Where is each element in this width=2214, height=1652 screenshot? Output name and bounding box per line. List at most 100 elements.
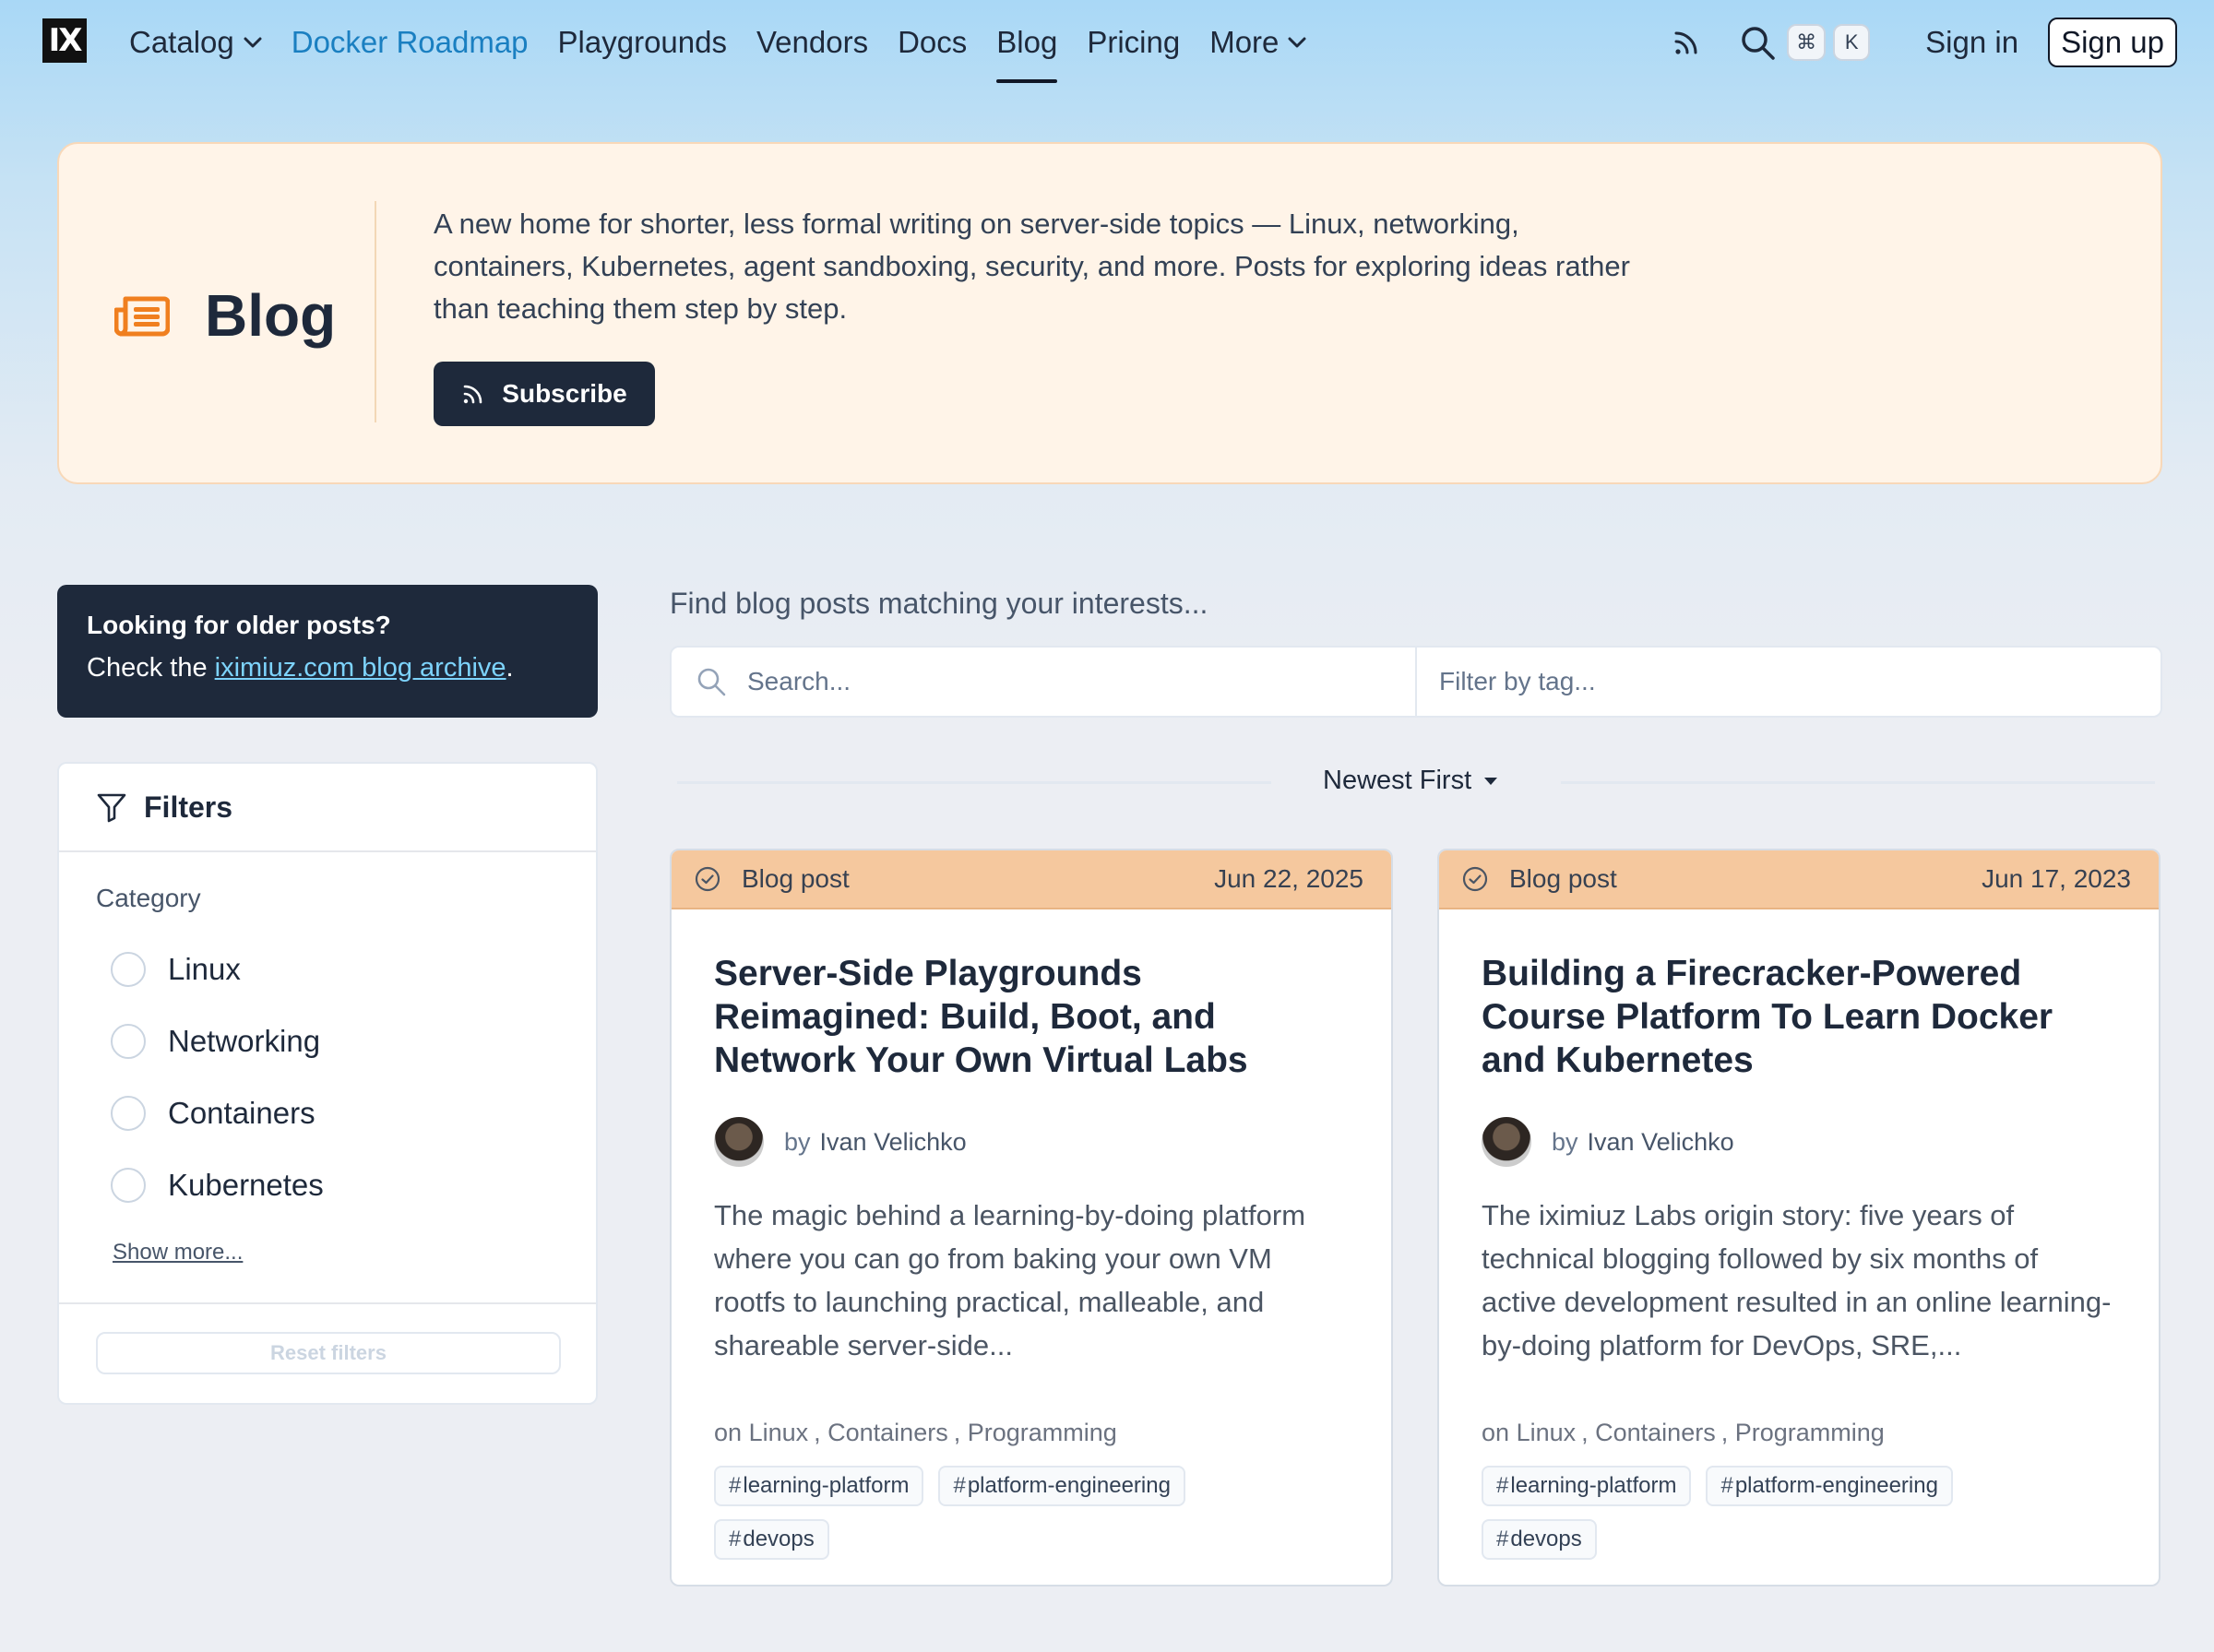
post-title[interactable]: Server-Side Playgrounds Reimagined: Buil…: [714, 952, 1349, 1090]
search-heading: Find blog posts matching your interests.…: [670, 587, 1208, 620]
nav-blog[interactable]: Blog: [996, 0, 1058, 85]
post-excerpt: The magic behind a learning-by-doing pla…: [714, 1199, 1306, 1361]
older-posts-notice: Looking for older posts? Check the iximi…: [57, 585, 598, 718]
hero-description: A new home for shorter, less formal writ…: [434, 208, 1630, 325]
post-category-link[interactable]: Containers: [1595, 1419, 1716, 1446]
avatar: [1482, 1117, 1531, 1167]
tag-label: devops: [1510, 1527, 1582, 1551]
search-icon[interactable]: [1739, 24, 1776, 61]
blog-hero: Blog A new home for shorter, less formal…: [57, 142, 2162, 484]
post-date: Jun 22, 2025: [1214, 864, 1363, 893]
post-type: Blog post: [1509, 864, 1617, 893]
category-checkbox[interactable]: [111, 952, 146, 987]
tag-chip[interactable]: # learning-platform: [714, 1466, 924, 1506]
show-more-link[interactable]: Show more...: [113, 1240, 243, 1266]
tag-chip[interactable]: # devops: [1482, 1519, 1597, 1560]
tag-label: platform-engineering: [1734, 1473, 1938, 1498]
search-placeholder: Search...: [747, 667, 851, 695]
page-title: Blog: [205, 281, 337, 349]
nav-vendors[interactable]: Vendors: [756, 0, 868, 85]
post-card-header: Blog post Jun 17, 2023: [1439, 850, 2159, 909]
tag-filter-input[interactable]: Filter by tag...: [1417, 648, 2160, 716]
nav-more[interactable]: More: [1209, 0, 1306, 85]
author-name[interactable]: Ivan Velichko: [820, 1128, 967, 1157]
check-circle-icon: [1462, 866, 1488, 892]
post-card-header: Blog post Jun 22, 2025: [672, 850, 1391, 909]
category-checkbox[interactable]: [111, 1096, 146, 1131]
tag-label: learning-platform: [743, 1473, 910, 1498]
post-card[interactable]: Blog post Jun 17, 2023 Building a Firecr…: [1437, 849, 2160, 1587]
category-label: Category: [96, 884, 201, 912]
post-categories: on Linux, Containers, Programming: [714, 1419, 1117, 1446]
post-author: by Ivan Velichko: [714, 1116, 1349, 1168]
filters-panel: Filters Category Linux Networking Contai…: [57, 762, 598, 1405]
nav-pricing[interactable]: Pricing: [1087, 0, 1180, 85]
filters-title: Filters: [144, 790, 233, 824]
post-tags: # learning-platform # platform-engineering…: [714, 1466, 1268, 1573]
nav-playgrounds[interactable]: Playgrounds: [558, 0, 727, 85]
logo[interactable]: IX: [42, 18, 87, 63]
tag-label: platform-engineering: [967, 1473, 1171, 1498]
reset-filters-button[interactable]: Reset filters: [96, 1332, 561, 1374]
post-category-link[interactable]: Programming: [968, 1419, 1117, 1446]
avatar: [714, 1117, 764, 1167]
tag-chip[interactable]: # learning-platform: [1482, 1466, 1692, 1506]
category-option-linux[interactable]: Linux: [111, 933, 324, 1005]
nav-catalog[interactable]: Catalog: [129, 0, 262, 85]
kbd-cmd: ⌘: [1787, 24, 1827, 61]
tag-chip[interactable]: # platform-engineering: [938, 1466, 1185, 1506]
tag-chip[interactable]: # platform-engineering: [1706, 1466, 1953, 1506]
on-label: on: [1482, 1419, 1510, 1446]
filters-header: Filters: [59, 764, 596, 852]
funnel-icon: [97, 793, 126, 823]
by-label: by: [1552, 1127, 1578, 1156]
category-option-networking[interactable]: Networking: [111, 1005, 324, 1077]
post-card[interactable]: Blog post Jun 22, 2025 Server-Side Playg…: [670, 849, 1393, 1587]
sort-divider-right: [1561, 781, 2155, 784]
newspaper-icon: [114, 296, 170, 336]
tag-chip[interactable]: # devops: [714, 1519, 829, 1560]
sign-in-link[interactable]: Sign in: [1925, 25, 2018, 60]
blog-archive-link[interactable]: iximiuz.com blog archive: [215, 653, 506, 683]
nav-docker-roadmap[interactable]: Docker Roadmap: [292, 0, 529, 85]
post-tags: # learning-platform # platform-engineering…: [1482, 1466, 2035, 1573]
chevron-down-icon: [1288, 37, 1306, 48]
older-posts-text-before: Check the: [87, 653, 215, 683]
post-category-link[interactable]: Containers: [827, 1419, 948, 1446]
older-posts-text: Check the iximiuz.com blog archive.: [87, 653, 568, 683]
category-checkbox[interactable]: [111, 1024, 146, 1059]
sort-dropdown[interactable]: Newest First: [1323, 766, 1498, 796]
post-category-link[interactable]: Programming: [1735, 1419, 1885, 1446]
check-circle-icon: [695, 866, 720, 892]
sign-up-button[interactable]: Sign up: [2048, 18, 2177, 67]
post-category-link[interactable]: Linux: [749, 1419, 809, 1446]
nav-docs[interactable]: Docs: [898, 0, 967, 85]
post-categories: on Linux, Containers, Programming: [1482, 1419, 1885, 1446]
post-card-body: Building a Firecracker-Powered Course Pl…: [1439, 909, 2159, 1573]
category-option-label: Containers: [168, 1096, 315, 1130]
subscribe-label: Subscribe: [502, 379, 627, 408]
on-label: on: [714, 1419, 743, 1446]
category-option-label: Networking: [168, 1024, 321, 1058]
author-name[interactable]: Ivan Velichko: [1588, 1128, 1734, 1157]
rss-icon[interactable]: [1671, 27, 1702, 58]
nav-right: ⌘ K Sign in Sign up: [1671, 0, 2177, 85]
search-icon: [697, 668, 726, 696]
search-bar: Search... Filter by tag...: [670, 646, 2162, 718]
category-list: Linux Networking Containers Kubernetes: [111, 933, 324, 1221]
category-option-label: Kubernetes: [168, 1168, 324, 1202]
kbd-k: K: [1833, 24, 1871, 61]
category-checkbox[interactable]: [111, 1168, 146, 1203]
post-title[interactable]: Building a Firecracker-Powered Course Pl…: [1482, 952, 2116, 1090]
older-posts-text-after: .: [506, 653, 514, 683]
category-option-kubernetes[interactable]: Kubernetes: [111, 1149, 324, 1221]
post-category-link[interactable]: Linux: [1517, 1419, 1577, 1446]
post-excerpt: The iximiuz Labs origin story: five year…: [1482, 1199, 2112, 1361]
top-nav: IX Catalog Docker Roadmap Playgrounds Ve…: [0, 0, 2214, 85]
tag-label: devops: [743, 1527, 815, 1551]
post-date: Jun 17, 2023: [1982, 864, 2131, 893]
tag-label: learning-platform: [1510, 1473, 1677, 1498]
subscribe-button[interactable]: Subscribe: [434, 362, 655, 426]
search-input[interactable]: Search...: [672, 648, 1417, 716]
category-option-containers[interactable]: Containers: [111, 1077, 324, 1149]
